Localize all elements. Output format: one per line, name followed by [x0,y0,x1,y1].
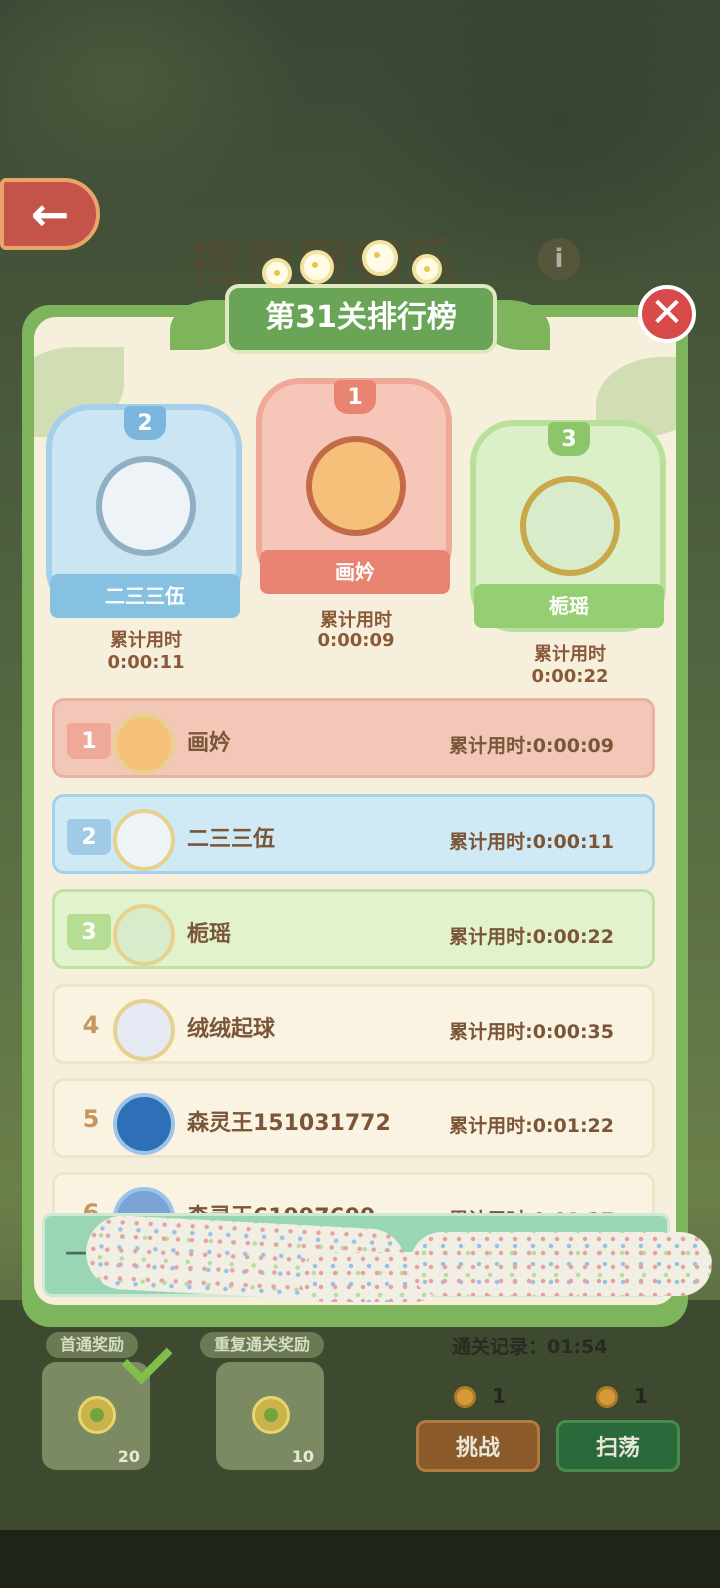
podium-second[interactable]: 2 二三三伍 累计用时 0:00:11 [46,404,246,680]
challenge-button[interactable]: 挑战 [416,1420,540,1472]
avatar [113,809,175,871]
avatar [113,1093,175,1155]
sweep-cost: 1 [634,1384,648,1408]
rank-row[interactable]: 6 森灵王61997699 累计用时:0:01:27 [52,1172,655,1216]
repeat-clear-reward[interactable]: 10 [216,1362,324,1470]
rank-row[interactable]: 4 绒绒起球 累计用时:0:00:35 [52,984,655,1064]
rank-number: 5 [82,1105,100,1133]
crown-icon: 3 [67,914,111,950]
avatar [96,456,196,556]
challenge-cost: 1 [492,1384,506,1408]
time-value: 0:00:09 [317,630,395,651]
reward-count: 10 [291,1447,314,1466]
player-name: 画妗 [260,550,450,594]
flower-decoration [300,250,334,284]
avatar [113,713,175,775]
player-name: 栀瑶 [474,584,664,628]
player-name: 森灵王151031772 [187,1111,391,1136]
self-rank-placeholder: — [65,1240,87,1265]
info-icon[interactable]: i [538,238,580,280]
player-name: 栀瑶 [187,922,232,947]
coin-icon [78,1396,116,1434]
time-value: 累计用时:0:00:11 [449,831,614,853]
player-name: 绒绒起球 [187,1017,276,1042]
avatar [520,476,620,576]
sweep-button[interactable]: 扫荡 [556,1420,680,1472]
rank-number: 1 [81,729,97,754]
close-button[interactable]: ✕ [638,285,696,343]
avatar [113,1187,175,1216]
player-name: 二三三伍 [50,574,240,618]
podium-first[interactable]: 1 画妗 累计用时 0:00:09 [256,378,456,654]
time-label: 累计用时 [110,630,182,651]
rank-row[interactable]: 1 画妗 累计用时:0:00:09 [52,698,655,778]
time-value: 0:00:11 [107,652,185,673]
time-value: 0:00:22 [531,666,609,687]
back-arrow-icon: ← [30,187,70,241]
rank-number: 2 [81,825,97,850]
redaction-mask [410,1232,712,1296]
flower-decoration [362,240,398,276]
reward-count: 20 [117,1447,140,1466]
rank-number: 3 [81,920,97,945]
rank-badge: 2 [124,406,166,440]
avatar [306,436,406,536]
rank-row[interactable]: 2 二三三伍 累计用时:0:00:11 [52,794,655,874]
time-label: 累计用时 [534,644,606,665]
modal-title: 第31关排行榜 [225,284,497,354]
avatar [113,999,175,1061]
flower-icon [596,1386,618,1408]
podium-third[interactable]: 3 栀瑶 累计用时 0:00:22 [470,420,670,696]
time-value: 累计用时:0:00:09 [449,735,614,757]
first-clear-reward[interactable]: 20 [42,1362,150,1470]
time-value: 累计用时:0:00:35 [449,1021,614,1043]
player-name: 画妗 [187,731,232,756]
rank-number: 4 [82,1011,100,1039]
rank-row[interactable]: 5 森灵王151031772 累计用时:0:01:22 [52,1078,655,1158]
flower-decoration [412,254,442,284]
crown-icon: 2 [67,819,111,855]
time-value: 累计用时:0:00:22 [449,926,614,948]
first-clear-label: 首通奖励 [46,1332,139,1358]
avatar [113,904,175,966]
player-name: 二三三伍 [187,827,276,852]
bottom-strip [0,1530,720,1588]
rank-row[interactable]: 3 栀瑶 累计用时:0:00:22 [52,889,655,969]
coin-icon [252,1396,290,1434]
repeat-clear-label: 重复通关奖励 [200,1332,325,1358]
rank-badge: 1 [334,380,376,414]
rank-badge: 3 [548,422,590,456]
flower-icon [454,1386,476,1408]
time-label: 累计用时 [320,610,392,631]
flower-decoration [262,258,292,288]
back-button[interactable]: ← [0,178,100,250]
clear-record: 通关记录：01:54 [452,1336,608,1358]
time-value: 累计用时:0:01:22 [449,1115,614,1137]
crown-icon: 1 [67,723,111,759]
